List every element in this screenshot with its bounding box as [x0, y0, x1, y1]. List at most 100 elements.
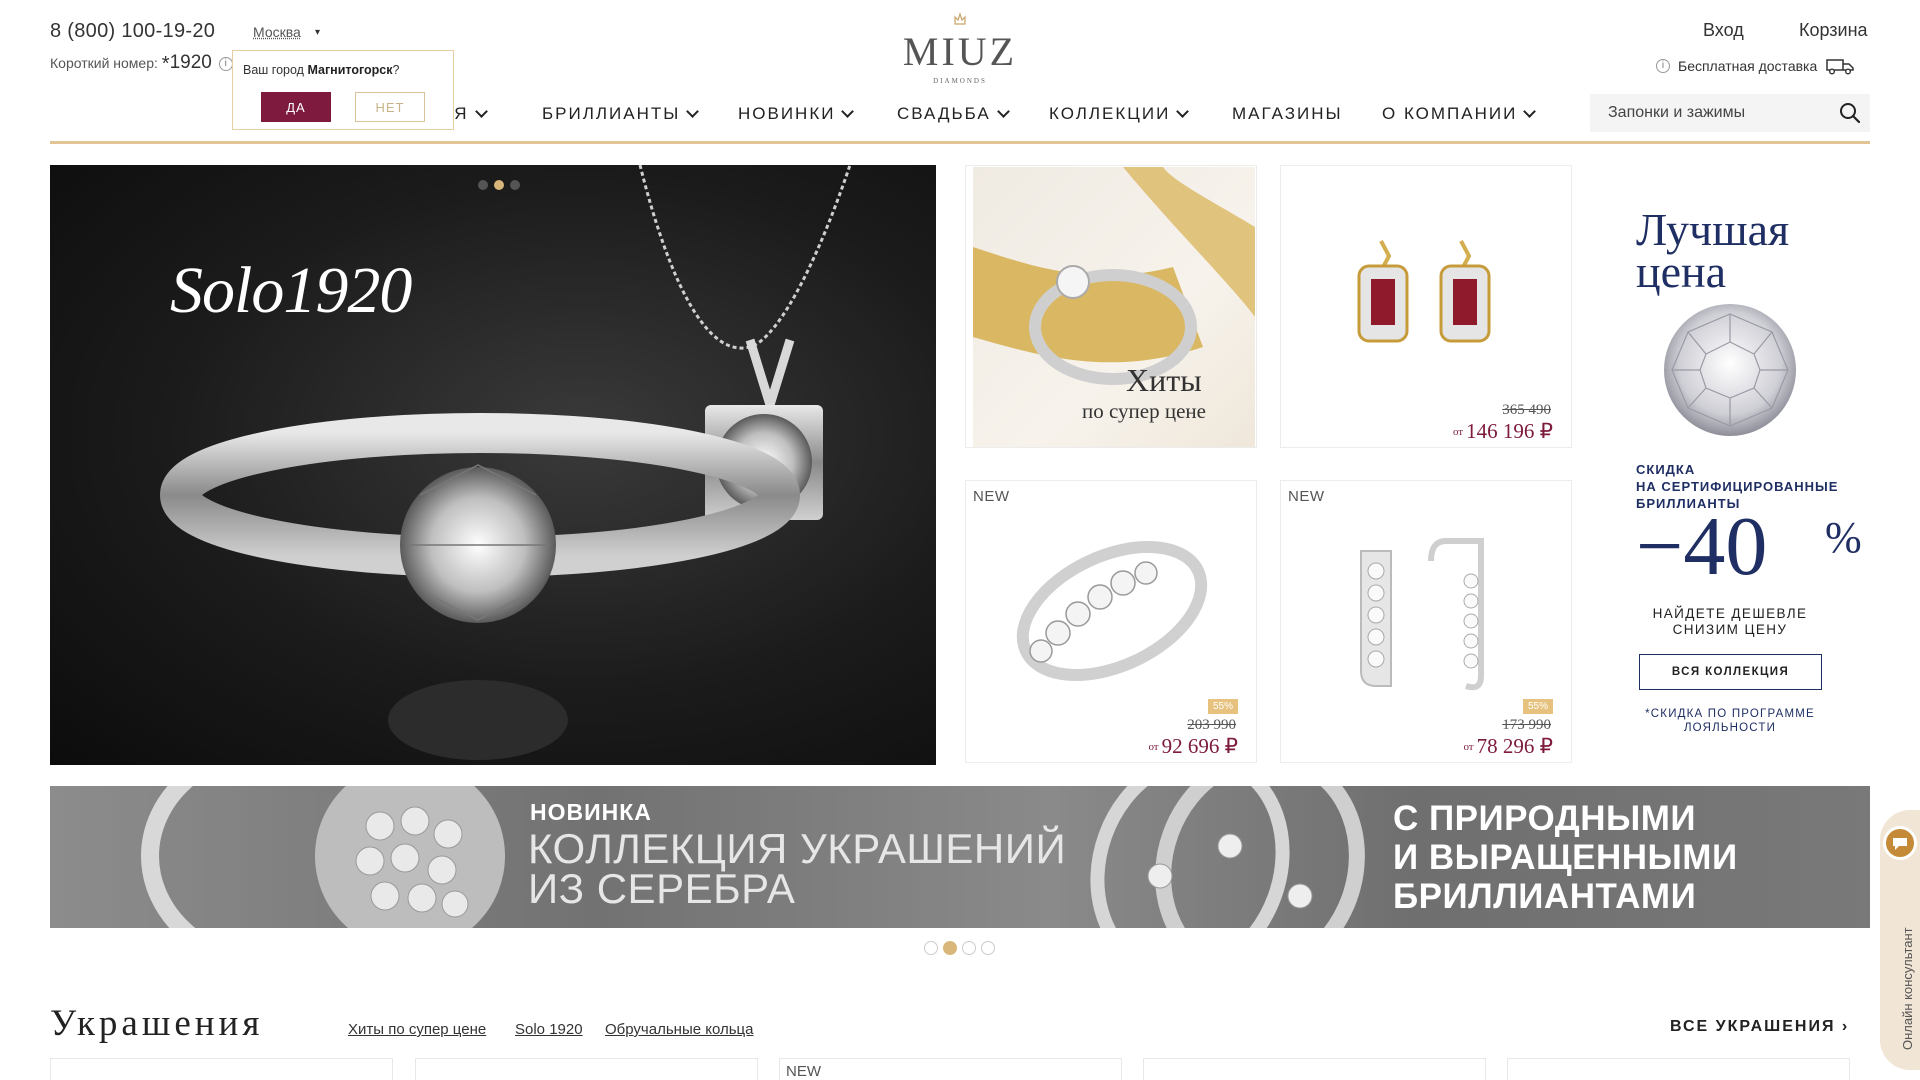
ruby-earrings-image [1357, 240, 1491, 343]
short-number: Короткий номер: *1920 i [50, 52, 233, 76]
all-collection-button[interactable]: ВСЯ КОЛЛЕКЦИЯ [1639, 654, 1822, 690]
price-from: от [1148, 741, 1159, 753]
nav-item-label: СВАДЬБА [897, 104, 991, 123]
slide-dot-active[interactable] [494, 180, 504, 190]
tile-product-ruby-earrings[interactable]: 365 490 от 146 196 ₽ [1280, 165, 1572, 448]
chevron-down-icon [841, 105, 855, 118]
hero-slider[interactable]: Solo1920 [50, 165, 936, 765]
hoop-earrings-image [1360, 538, 1484, 691]
chevron-down-icon [996, 105, 1010, 118]
free-delivery[interactable]: i Бесплатная доставка [1656, 57, 1855, 75]
nav-item-about[interactable]: О КОМПАНИИ [1382, 104, 1537, 124]
search-input[interactable] [1608, 102, 1808, 124]
promo-title-line: Лучшая [1636, 204, 1790, 255]
login-link[interactable]: Вход [1703, 20, 1744, 41]
nav-item-wedding[interactable]: СВАДЬБА [897, 104, 1010, 124]
chat-icon [1883, 826, 1917, 860]
chevron-right-icon: › [1841, 1018, 1850, 1035]
product-card[interactable]: NEW [779, 1058, 1122, 1080]
cart-link[interactable]: Корзина [1799, 20, 1868, 41]
tile-hits[interactable]: Хиты по супер цене [965, 165, 1257, 448]
city-question-suffix: ? [392, 63, 400, 77]
promo-discount-sign: % [1825, 513, 1862, 562]
slide-dot[interactable] [510, 180, 520, 190]
banner-pagination [924, 941, 995, 955]
nav-item-collections[interactable]: КОЛЛЕКЦИИ [1049, 104, 1190, 124]
silver-collection-banner[interactable]: НОВИНКА КОЛЛЕКЦИЯ УКРАШЕНИЙ ИЗ СЕРЕБРА С… [50, 786, 1870, 928]
product-card[interactable] [1143, 1058, 1486, 1080]
new-badge: NEW [786, 1063, 821, 1080]
slide-dot-active[interactable] [943, 941, 957, 955]
promo-title-line: цена [1636, 246, 1727, 297]
chevron-down-icon [1176, 105, 1190, 118]
phone-number[interactable]: 8 (800) 100-19-20 [50, 20, 215, 43]
section-link-hits[interactable]: Хиты по супер цене [348, 1021, 486, 1038]
section-link-wedding-rings[interactable]: Обручальные кольца [605, 1021, 753, 1038]
chevron-down-icon [474, 105, 488, 118]
search-icon[interactable] [1838, 101, 1862, 125]
promo-find-line: НАЙДЕТЕ ДЕШЕВЛЕ [1652, 606, 1808, 621]
promo-subtitle-line: НА СЕРТИФИЦИРОВАННЫЕ [1636, 479, 1839, 494]
short-number-label: Короткий номер: [50, 55, 158, 71]
city-question-city: Магнитогорск [307, 63, 393, 77]
promo-price-match: НАЙДЕТЕ ДЕШЕВЛЕ СНИЗИМ ЦЕНУ [1630, 606, 1830, 638]
old-price: 203 990 [1187, 717, 1236, 733]
product-card[interactable] [50, 1058, 393, 1080]
chevron-down-icon [686, 105, 700, 118]
product-card[interactable] [415, 1058, 758, 1080]
nav-item-label: КОЛЛЕКЦИИ [1049, 104, 1171, 123]
banner-title-line1: КОЛЛЕКЦИЯ УКРАШЕНИЙ [528, 825, 1067, 872]
city-no-button[interactable]: НЕТ [355, 92, 425, 122]
city-selector[interactable]: Москва [253, 24, 301, 40]
short-number-value: 1920 [169, 52, 212, 73]
best-price-promo[interactable]: Лучшая цена СКИДКА НА СЕРТИФИЦИРОВАННЫЕ … [1590, 165, 1870, 765]
nav-item-label: МАГАЗИНЫ [1232, 104, 1343, 123]
all-jewelry-link[interactable]: ВСЕ УКРАШЕНИЯ › [1670, 1018, 1849, 1036]
product-card[interactable] [1507, 1058, 1850, 1080]
logo-subtitle: DIAMONDS [933, 77, 987, 85]
nav-item-label: О КОМПАНИИ [1382, 104, 1518, 123]
slide-dot[interactable] [962, 941, 976, 955]
nav-item-label: НОВИНКИ [738, 104, 836, 123]
eternity-ring-image [1016, 540, 1208, 682]
promo-subtitle-line: СКИДКА [1636, 462, 1696, 477]
tile-product-eternity-ring[interactable]: NEW 55% 203 990 от 92 696 ₽ [965, 480, 1257, 763]
banner-title-line2: ИЗ СЕРЕБРА [528, 865, 796, 912]
truck-icon [1826, 59, 1855, 75]
price: от 146 196 ₽ [1453, 419, 1553, 444]
city-confirm-popup: Ваш город Магнитогорск? ДА НЕТ [232, 50, 454, 130]
online-consultant-tab[interactable]: Онлайн консультант [1880, 810, 1920, 1070]
hero-pagination [478, 180, 520, 190]
nav-item-new[interactable]: НОВИНКИ [738, 104, 855, 124]
slide-dot[interactable] [981, 941, 995, 955]
search-box [1590, 94, 1870, 132]
price-from: от [1452, 426, 1464, 438]
nav-item-stores[interactable]: МАГАЗИНЫ [1232, 104, 1343, 124]
hits-title: Хиты [1126, 362, 1202, 398]
free-delivery-label: Бесплатная доставка [1678, 58, 1818, 74]
info-icon[interactable]: i [218, 57, 233, 71]
tile-product-hoop-earrings[interactable]: NEW 55% 173 990 от 78 296 ₽ [1280, 480, 1572, 763]
promo-note-line: *СКИДКА ПО ПРОГРАММЕ [1645, 708, 1815, 720]
section-link-solo[interactable]: Solo 1920 [515, 1021, 583, 1038]
promo-note-line: ЛОЯЛЬНОСТИ [1683, 722, 1777, 734]
banner-right-line: БРИЛЛИАНТАМИ [1393, 877, 1697, 916]
chevron-down-icon[interactable]: ▾ [315, 27, 320, 38]
hits-subtitle: по супер цене [1082, 399, 1206, 423]
price-value: 92 696 ₽ [1161, 734, 1238, 758]
discount-badge: 55% [1208, 699, 1238, 714]
info-icon: i [1656, 59, 1670, 73]
banner-right-line: С ПРИРОДНЫМИ [1393, 799, 1697, 838]
chevron-down-icon [1523, 105, 1537, 118]
diamond-image [1664, 304, 1796, 436]
nav-item-label: БРИЛЛИАНТЫ [542, 104, 681, 123]
price: от 78 296 ₽ [1463, 734, 1553, 759]
city-yes-button[interactable]: ДА [261, 92, 331, 122]
slide-dot[interactable] [924, 941, 938, 955]
old-price: 173 990 [1502, 717, 1551, 733]
nav-item-diamonds[interactable]: БРИЛЛИАНТЫ [542, 104, 700, 124]
slide-dot[interactable] [478, 180, 488, 190]
logo[interactable]: MIUZ [860, 32, 1060, 72]
promo-discount: −40 [1636, 500, 1768, 593]
crown-icon [954, 12, 966, 25]
